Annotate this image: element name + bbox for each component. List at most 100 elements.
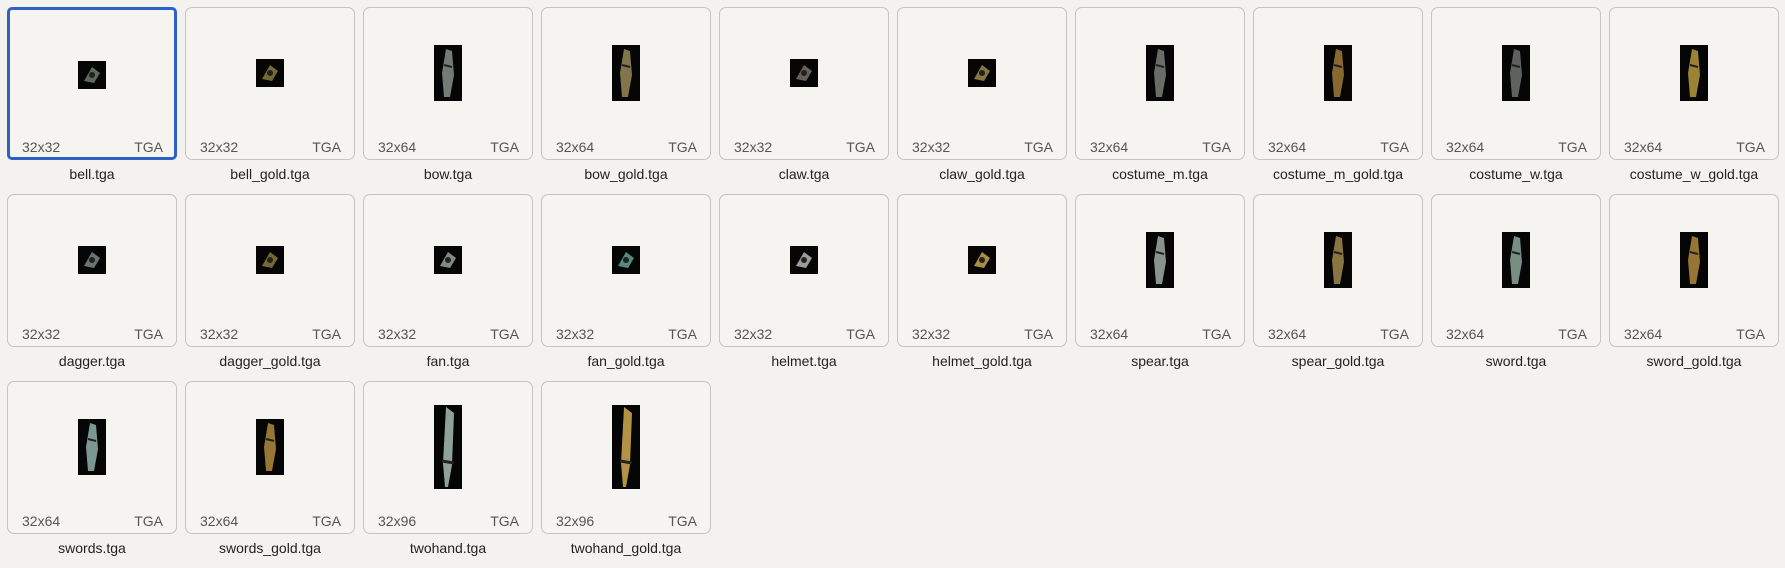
file-item[interactable]: 32x32 TGA fan_gold.tga: [541, 194, 719, 381]
spear-icon: [1146, 232, 1174, 288]
file-thumbnail-tile[interactable]: 32x64 TGA: [1609, 194, 1779, 347]
file-item[interactable]: 32x64 TGA costume_m.tga: [1075, 7, 1253, 194]
file-thumbnail-tile[interactable]: 32x32 TGA: [7, 7, 177, 160]
file-item[interactable]: 32x32 TGA bell.tga: [7, 7, 185, 194]
file-name[interactable]: claw_gold.tga: [897, 166, 1067, 182]
file-thumbnail-tile[interactable]: 32x64 TGA: [1253, 194, 1423, 347]
file-item[interactable]: 32x64 TGA sword.tga: [1431, 194, 1609, 381]
file-thumbnail-tile[interactable]: 32x96 TGA: [363, 381, 533, 534]
file-name[interactable]: fan.tga: [363, 353, 533, 369]
costume-icon: [1324, 45, 1352, 101]
file-name[interactable]: bow_gold.tga: [541, 166, 711, 182]
file-item[interactable]: 32x64 TGA costume_w_gold.tga: [1609, 7, 1785, 194]
file-item[interactable]: 32x32 TGA helmet.tga: [719, 194, 897, 381]
file-item[interactable]: 32x64 TGA bow.tga: [363, 7, 541, 194]
file-type-label: TGA: [1558, 326, 1587, 342]
file-name[interactable]: claw.tga: [719, 166, 889, 182]
file-thumbnail-tile[interactable]: 32x64 TGA: [363, 7, 533, 160]
file-thumbnail-tile[interactable]: 32x32 TGA: [363, 194, 533, 347]
file-name[interactable]: bow.tga: [363, 166, 533, 182]
file-item[interactable]: 32x32 TGA helmet_gold.tga: [897, 194, 1075, 381]
file-thumbnail-tile[interactable]: 32x64 TGA: [185, 381, 355, 534]
file-item[interactable]: 32x64 TGA spear_gold.tga: [1253, 194, 1431, 381]
file-thumbnail-tile[interactable]: 32x32 TGA: [7, 194, 177, 347]
file-type-label: TGA: [134, 139, 163, 155]
image-dimensions: 32x64: [1268, 326, 1307, 342]
bell-icon: [78, 61, 106, 89]
file-item[interactable]: 32x64 TGA spear.tga: [1075, 194, 1253, 381]
twohand-icon: [434, 405, 462, 489]
file-thumbnail-tile[interactable]: 32x64 TGA: [1075, 194, 1245, 347]
file-name[interactable]: costume_m.tga: [1075, 166, 1245, 182]
file-type-label: TGA: [134, 513, 163, 529]
file-name[interactable]: spear.tga: [1075, 353, 1245, 369]
file-item[interactable]: 32x64 TGA sword_gold.tga: [1609, 194, 1785, 381]
file-type-label: TGA: [490, 139, 519, 155]
file-name[interactable]: bell_gold.tga: [185, 166, 355, 182]
file-thumbnail-tile[interactable]: 32x64 TGA: [1431, 194, 1601, 347]
file-thumbnail-tile[interactable]: 32x64 TGA: [1253, 7, 1423, 160]
file-item[interactable]: 32x64 TGA bow_gold.tga: [541, 7, 719, 194]
file-item[interactable]: 32x32 TGA bell_gold.tga: [185, 7, 363, 194]
file-item[interactable]: 32x32 TGA dagger.tga: [7, 194, 185, 381]
image-dimensions: 32x32: [912, 139, 951, 155]
file-item[interactable]: 32x96 TGA twohand.tga: [363, 381, 541, 568]
file-type-label: TGA: [1024, 139, 1053, 155]
file-thumbnail-tile[interactable]: 32x32 TGA: [719, 7, 889, 160]
file-name[interactable]: twohand.tga: [363, 540, 533, 556]
file-name[interactable]: fan_gold.tga: [541, 353, 711, 369]
file-type-label: TGA: [490, 513, 519, 529]
file-thumbnail-tile[interactable]: 32x32 TGA: [185, 194, 355, 347]
image-dimensions: 32x96: [556, 513, 595, 529]
file-thumbnail-tile[interactable]: 32x32 TGA: [185, 7, 355, 160]
image-dimensions: 32x32: [378, 326, 417, 342]
costume-icon: [1680, 45, 1708, 101]
file-name[interactable]: sword.tga: [1431, 353, 1601, 369]
file-thumbnail-tile[interactable]: 32x32 TGA: [541, 194, 711, 347]
file-thumbnail-tile[interactable]: 32x64 TGA: [7, 381, 177, 534]
file-item[interactable]: 32x64 TGA swords.tga: [7, 381, 185, 568]
file-item[interactable]: 32x32 TGA fan.tga: [363, 194, 541, 381]
file-name[interactable]: dagger.tga: [7, 353, 177, 369]
file-name[interactable]: bell.tga: [7, 166, 177, 182]
file-type-label: TGA: [668, 513, 697, 529]
file-thumbnail-tile[interactable]: 32x32 TGA: [719, 194, 889, 347]
file-name[interactable]: helmet_gold.tga: [897, 353, 1067, 369]
file-item[interactable]: 32x32 TGA dagger_gold.tga: [185, 194, 363, 381]
file-item[interactable]: 32x32 TGA claw_gold.tga: [897, 7, 1075, 194]
image-dimensions: 32x64: [1446, 326, 1485, 342]
swords-icon: [256, 419, 284, 475]
file-name[interactable]: costume_w_gold.tga: [1609, 166, 1779, 182]
file-type-label: TGA: [1736, 139, 1765, 155]
file-name[interactable]: twohand_gold.tga: [541, 540, 711, 556]
file-thumbnail-tile[interactable]: 32x64 TGA: [1609, 7, 1779, 160]
claw-icon: [968, 59, 996, 87]
file-thumbnail-tile[interactable]: 32x32 TGA: [897, 194, 1067, 347]
file-name[interactable]: costume_m_gold.tga: [1253, 166, 1423, 182]
file-name[interactable]: dagger_gold.tga: [185, 353, 355, 369]
file-type-label: TGA: [1558, 139, 1587, 155]
file-item[interactable]: 32x64 TGA costume_w.tga: [1431, 7, 1609, 194]
file-item[interactable]: 32x96 TGA twohand_gold.tga: [541, 381, 719, 568]
file-thumbnail-tile[interactable]: 32x64 TGA: [541, 7, 711, 160]
file-thumbnail-tile[interactable]: 32x32 TGA: [897, 7, 1067, 160]
file-type-label: TGA: [490, 326, 519, 342]
file-item[interactable]: 32x64 TGA costume_m_gold.tga: [1253, 7, 1431, 194]
file-name[interactable]: swords.tga: [7, 540, 177, 556]
file-item[interactable]: 32x32 TGA claw.tga: [719, 7, 897, 194]
fan-icon: [434, 246, 462, 274]
file-item[interactable]: 32x64 TGA swords_gold.tga: [185, 381, 363, 568]
file-name[interactable]: swords_gold.tga: [185, 540, 355, 556]
file-name[interactable]: helmet.tga: [719, 353, 889, 369]
helmet-icon: [790, 246, 818, 274]
file-name[interactable]: costume_w.tga: [1431, 166, 1601, 182]
image-dimensions: 32x64: [200, 513, 239, 529]
file-name[interactable]: sword_gold.tga: [1609, 353, 1779, 369]
file-thumbnail-tile[interactable]: 32x96 TGA: [541, 381, 711, 534]
file-type-label: TGA: [1024, 326, 1053, 342]
file-thumbnail-tile[interactable]: 32x64 TGA: [1431, 7, 1601, 160]
image-dimensions: 32x64: [1268, 139, 1307, 155]
image-dimensions: 32x64: [556, 139, 595, 155]
file-thumbnail-tile[interactable]: 32x64 TGA: [1075, 7, 1245, 160]
file-name[interactable]: spear_gold.tga: [1253, 353, 1423, 369]
